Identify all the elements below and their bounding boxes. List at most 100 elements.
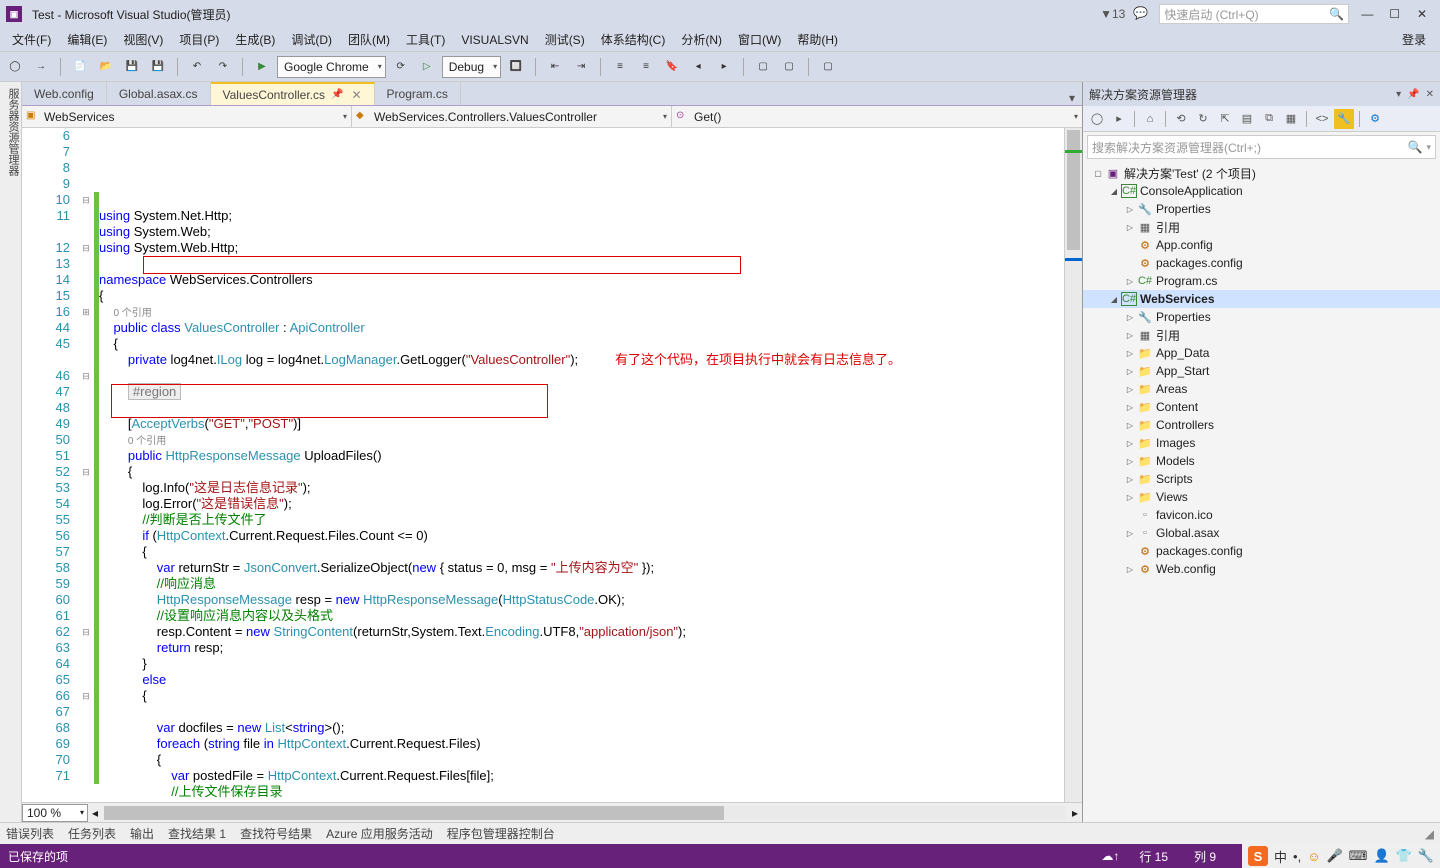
tree-node[interactable]: ▷📁App_Start xyxy=(1083,362,1440,380)
vscroll-thumb[interactable] xyxy=(1067,130,1080,250)
login-button[interactable]: 登录 xyxy=(1392,31,1436,48)
close-panel-icon[interactable]: ✕ xyxy=(1426,89,1434,100)
bottom-tab-find1[interactable]: 查找结果 1 xyxy=(168,825,226,842)
menu-project[interactable]: 项目(P) xyxy=(171,31,227,48)
redo-icon[interactable]: ↷ xyxy=(212,56,234,78)
wait-icon[interactable]: ⟳ xyxy=(390,56,412,78)
menu-analyze[interactable]: 分析(N) xyxy=(673,31,730,48)
tree-node[interactable]: ▷📁Areas xyxy=(1083,380,1440,398)
ime-punct-icon[interactable]: •, xyxy=(1293,849,1301,864)
tree-node[interactable]: ▷📁Images xyxy=(1083,434,1440,452)
bottom-tab-output[interactable]: 输出 xyxy=(130,825,154,842)
indent-left-icon[interactable]: ⇤ xyxy=(544,56,566,78)
ime-face-icon[interactable]: ☺ xyxy=(1307,849,1320,864)
menu-help[interactable]: 帮助(H) xyxy=(789,31,846,48)
se-collapse-icon[interactable]: ⇱ xyxy=(1215,109,1235,129)
se-search-dropdown-icon[interactable]: ▾ xyxy=(1426,142,1431,153)
quick-launch-input[interactable]: 快速启动 (Ctrl+Q) 🔍 xyxy=(1159,4,1349,24)
tree-node[interactable]: ▷⚙Web.config xyxy=(1083,560,1440,578)
se-home-icon[interactable]: ⌂ xyxy=(1140,109,1160,129)
new-project-icon[interactable]: 📄 xyxy=(69,56,91,78)
resize-grip-icon[interactable]: ◢ xyxy=(1425,827,1434,841)
left-toolwindow-tab[interactable]: 服务器资源管理器 xyxy=(0,82,22,822)
close-tab-icon[interactable]: ✕ xyxy=(351,88,361,102)
tree-node[interactable]: ▷📁Content xyxy=(1083,398,1440,416)
bottom-tab-errors[interactable]: 错误列表 xyxy=(6,825,54,842)
tree-node[interactable]: ◢C#ConsoleApplication xyxy=(1083,182,1440,200)
misc3-icon[interactable]: ▢ xyxy=(817,56,839,78)
menu-tools[interactable]: 工具(T) xyxy=(398,31,453,48)
se-copy-icon[interactable]: ⧉ xyxy=(1259,109,1279,129)
tree-node[interactable]: ▷▦引用 xyxy=(1083,326,1440,344)
bottom-tab-findsym[interactable]: 查找符号结果 xyxy=(240,825,312,842)
tab-webconfig[interactable]: Web.config xyxy=(22,82,107,105)
tree-node[interactable]: ⚙App.config xyxy=(1083,236,1440,254)
solution-tree[interactable]: ▢▣解决方案'Test' (2 个项目)◢C#ConsoleApplicatio… xyxy=(1083,162,1440,822)
nav-class-dropdown[interactable]: ◆WebServices.Controllers.ValuesControlle… xyxy=(352,106,672,127)
ime-person-icon[interactable]: 👤 xyxy=(1373,848,1389,864)
open-icon[interactable]: 📂 xyxy=(95,56,117,78)
se-refresh-icon[interactable]: ↻ xyxy=(1193,109,1213,129)
hscroll-right-icon[interactable]: ▸ xyxy=(1068,806,1082,820)
menu-file[interactable]: 文件(F) xyxy=(4,31,59,48)
misc2-icon[interactable]: ▢ xyxy=(778,56,800,78)
comment-icon[interactable]: ≡ xyxy=(609,56,631,78)
tree-node[interactable]: ▷📁Scripts xyxy=(1083,470,1440,488)
menu-view[interactable]: 视图(V) xyxy=(115,31,171,48)
bottom-tab-tasks[interactable]: 任务列表 xyxy=(68,825,116,842)
status-publish-icon[interactable]: ☁↑ xyxy=(1101,849,1119,863)
config-dropdown[interactable]: Debug xyxy=(442,56,501,78)
menu-debug[interactable]: 调试(D) xyxy=(283,31,340,48)
tree-node[interactable]: ▷▦引用 xyxy=(1083,218,1440,236)
menu-edit[interactable]: 编辑(E) xyxy=(59,31,115,48)
pin-icon[interactable]: 📌 xyxy=(331,89,343,100)
tree-node[interactable]: ▷📁Models xyxy=(1083,452,1440,470)
bottom-tab-pkgmgr[interactable]: 程序包管理器控制台 xyxy=(447,825,555,842)
ime-tool-icon[interactable]: 🔧 xyxy=(1418,848,1434,864)
misc1-icon[interactable]: ▢ xyxy=(752,56,774,78)
tree-node[interactable]: ⚙packages.config xyxy=(1083,542,1440,560)
nav-back-icon[interactable]: ◯ xyxy=(4,56,26,78)
tree-node[interactable]: ▷C#Program.cs xyxy=(1083,272,1440,290)
tree-node[interactable]: ▷🔧Properties xyxy=(1083,308,1440,326)
maximize-button[interactable]: ☐ xyxy=(1383,7,1407,21)
tree-node[interactable]: ▷▫Global.asax xyxy=(1083,524,1440,542)
undo-icon[interactable]: ↶ xyxy=(186,56,208,78)
bottom-tab-azure[interactable]: Azure 应用服务活动 xyxy=(326,825,433,842)
close-button[interactable]: ✕ xyxy=(1410,7,1434,21)
tree-node[interactable]: ▷🔧Properties xyxy=(1083,200,1440,218)
tree-node[interactable]: ◢C#WebServices xyxy=(1083,290,1440,308)
tab-program[interactable]: Program.cs xyxy=(375,82,461,105)
tree-node[interactable]: ▷📁Views xyxy=(1083,488,1440,506)
pin-panel-icon[interactable]: 📌 xyxy=(1407,89,1419,100)
menu-test[interactable]: 测试(S) xyxy=(537,31,593,48)
panel-menu-icon[interactable]: ▾ xyxy=(1396,89,1401,100)
uncomment-icon[interactable]: ≡ xyxy=(635,56,657,78)
horizontal-scrollbar[interactable] xyxy=(104,806,1066,820)
hscroll-left-icon[interactable]: ◂ xyxy=(88,806,102,820)
zoom-select[interactable]: 100 % xyxy=(22,804,88,822)
ime-shirt-icon[interactable]: 👕 xyxy=(1396,848,1412,864)
save-all-icon[interactable]: 💾 xyxy=(147,56,169,78)
next-bm-icon[interactable]: ▸ xyxy=(713,56,735,78)
minimize-button[interactable]: ― xyxy=(1355,7,1379,21)
indent-right-icon[interactable]: ⇥ xyxy=(570,56,592,78)
bookmark-icon[interactable]: 🔖 xyxy=(661,56,683,78)
tree-node[interactable]: ▷📁Controllers xyxy=(1083,416,1440,434)
save-icon[interactable]: 💾 xyxy=(121,56,143,78)
nav-fwd-icon[interactable]: → xyxy=(30,56,52,78)
se-sync-icon[interactable]: ⟲ xyxy=(1171,109,1191,129)
tree-node[interactable]: ▢▣解决方案'Test' (2 个项目) xyxy=(1083,164,1440,182)
feedback-icon[interactable]: 💬 xyxy=(1133,6,1149,22)
se-preview-icon[interactable]: 🔧 xyxy=(1334,109,1354,129)
ime-kbd-icon[interactable]: ⌨ xyxy=(1349,848,1368,864)
start-icon[interactable]: ▶ xyxy=(251,56,273,78)
code-editor[interactable]: 6789101112131415164445464748495051525354… xyxy=(22,128,1082,802)
se-props-icon[interactable]: ▦ xyxy=(1281,109,1301,129)
fold-gutter[interactable]: ⊟⊟⊞⊟⊟⊟⊟ xyxy=(78,128,94,802)
hscroll-thumb[interactable] xyxy=(104,806,724,820)
tab-overflow-icon[interactable]: ▾ xyxy=(1062,91,1082,105)
menu-window[interactable]: 窗口(W) xyxy=(730,31,789,48)
se-view-code-icon[interactable]: <> xyxy=(1312,109,1332,129)
solution-explorer-search[interactable]: 搜索解决方案资源管理器(Ctrl+;) 🔍 ▾ xyxy=(1087,135,1436,159)
